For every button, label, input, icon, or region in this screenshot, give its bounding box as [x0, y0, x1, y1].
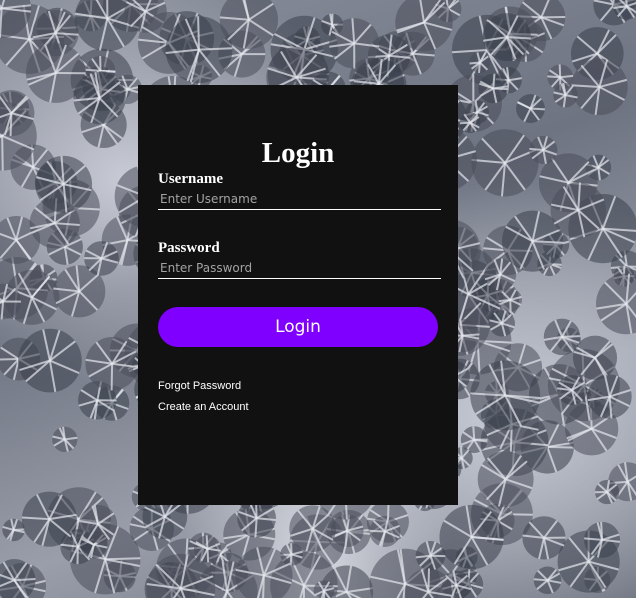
login-card: Login Username Password Login Forgot Pas…: [138, 85, 458, 505]
username-input[interactable]: [158, 188, 441, 210]
create-account-link[interactable]: Create an Account: [158, 401, 249, 414]
username-label: Username: [158, 171, 223, 187]
password-label: Password: [158, 240, 220, 256]
password-input[interactable]: [158, 257, 441, 279]
login-button[interactable]: Login: [158, 307, 438, 347]
forgot-password-link[interactable]: Forgot Password: [158, 380, 241, 393]
login-title: Login: [261, 137, 335, 169]
